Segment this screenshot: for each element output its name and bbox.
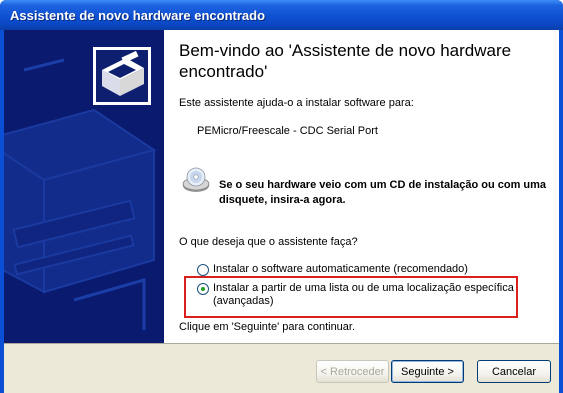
- title-bar[interactable]: Assistente de novo hardware encontrado: [0, 0, 563, 30]
- wizard-banner: [4, 30, 164, 343]
- window-title: Assistente de novo hardware encontrado: [10, 8, 266, 23]
- question-label: O que deseja que o assistente faça?: [179, 236, 358, 248]
- window-frame-right: [559, 30, 563, 393]
- option-auto-install-label: Instalar o software automaticamente (rec…: [213, 263, 468, 275]
- hardware-banner-graphic: [4, 30, 164, 343]
- wizard-window: Assistente de novo hardware encontrado B…: [0, 0, 563, 393]
- cd-icon: [182, 167, 210, 192]
- option-auto-install[interactable]: Instalar o software automaticamente (rec…: [197, 263, 468, 276]
- device-name: PEMicro/Freescale - CDC Serial Port: [197, 125, 378, 137]
- hardware-icon: [93, 47, 151, 105]
- page-title: Bem-vindo ao 'Assistente de novo hardwar…: [179, 41, 512, 81]
- option-advanced-install[interactable]: Instalar a partir de uma lista ou de uma…: [197, 282, 517, 308]
- radio-advanced-install[interactable]: [197, 283, 209, 295]
- cancel-button[interactable]: Cancelar: [477, 360, 551, 383]
- intro-text: Este assistente ajuda-o a instalar softw…: [179, 97, 414, 109]
- continue-hint: Clique em 'Seguinte' para continuar.: [179, 321, 356, 333]
- next-button[interactable]: Seguinte >: [391, 360, 464, 383]
- back-button[interactable]: < Retroceder: [316, 360, 389, 383]
- dialog-body: Bem-vindo ao 'Assistente de novo hardwar…: [4, 30, 559, 393]
- button-bar: < Retroceder Seguinte > Cancelar: [4, 343, 559, 393]
- cd-prompt: Se o seu hardware veio com um CD de inst…: [219, 179, 547, 206]
- option-advanced-install-label: Instalar a partir de uma lista ou de uma…: [213, 282, 514, 307]
- radio-auto-install[interactable]: [197, 264, 209, 276]
- wizard-content: Bem-vindo ao 'Assistente de novo hardwar…: [164, 30, 559, 343]
